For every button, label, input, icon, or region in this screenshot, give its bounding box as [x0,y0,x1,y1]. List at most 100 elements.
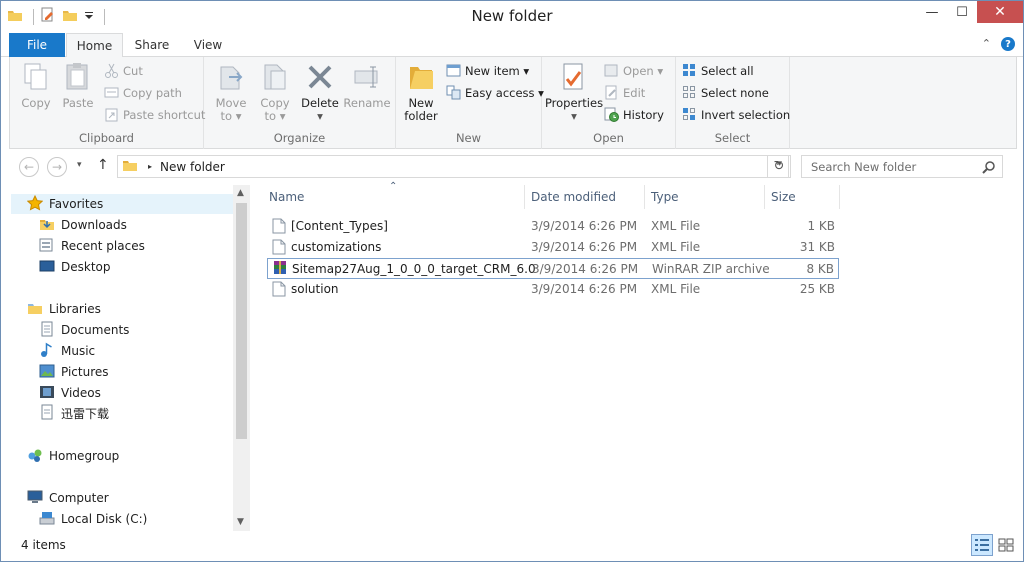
delete-dropdown-icon[interactable]: ▾ [317,110,323,123]
window-controls: — ☐ ✕ [917,1,1023,23]
scissors-icon [104,63,119,78]
search-input[interactable] [802,156,978,177]
paste-button[interactable]: Paste [60,61,96,110]
new-folder-button[interactable]: New folder [400,61,442,123]
breadcrumb-separator[interactable]: ▸ [148,162,152,171]
nav-thunder-downloads[interactable]: 迅雷下载 [39,403,109,423]
edit-button[interactable]: Edit [604,85,645,100]
maximize-button[interactable]: ☐ [947,1,977,23]
column-header-name[interactable]: Name [269,185,304,209]
address-bar[interactable]: ▸ New folder ▾ [117,155,789,178]
collapse-ribbon-button[interactable]: ⌃ [982,37,991,51]
easy-access-icon [446,85,461,100]
large-icons-view-button[interactable] [995,534,1017,556]
properties-dropdown-icon[interactable]: ▾ [571,110,577,123]
window-title: New folder [471,7,553,25]
close-button[interactable]: ✕ [977,1,1023,23]
nav-libraries[interactable]: Libraries [27,299,101,319]
nav-desktop[interactable]: Desktop [39,257,111,277]
nav-videos-label: Videos [61,386,101,400]
desktop-icon [39,258,55,277]
tab-view[interactable]: View [183,33,233,57]
scroll-down-arrow-icon[interactable]: ▼ [237,517,244,527]
videos-icon [39,384,55,403]
scroll-up-arrow-icon[interactable]: ▲ [237,188,244,198]
cut-button[interactable]: Cut [104,63,143,78]
back-button[interactable]: ← [19,157,39,177]
move-to-label-2: to ▾ [220,109,242,123]
tab-share[interactable]: Share [126,33,178,57]
paste-shortcut-button[interactable]: Paste shortcut [104,107,205,122]
new-group: New folder New item ▾ Easy access ▾ New [396,57,544,149]
nav-documents[interactable]: Documents [39,320,129,340]
nav-music-label: Music [61,344,96,358]
nav-pictures-label: Pictures [61,365,109,379]
file-row[interactable]: solution 3/9/2014 6:26 PM XML File 25 KB [267,279,839,300]
nav-local-disk-label: Local Disk (C:) [61,512,148,526]
column-divider[interactable] [764,185,765,209]
copy-path-icon [104,85,119,100]
nav-videos[interactable]: Videos [39,383,101,403]
file-size: 25 KB [799,282,835,296]
refresh-button[interactable]: ↻ [767,155,791,178]
column-header-date-modified[interactable]: Date modified [531,185,616,209]
select-none-label: Select none [701,85,769,100]
select-none-button[interactable]: Select none [682,85,769,100]
select-all-button[interactable]: Select all [682,63,754,78]
column-divider[interactable] [524,185,525,209]
select-group: Select all Select none Invert selection … [676,57,790,149]
nav-computer-label: Computer [49,491,109,505]
title-bar: New folder — ☐ ✕ [1,1,1023,31]
edit-icon [604,85,619,100]
nav-favorites[interactable]: Favorites [11,194,233,214]
navigation-pane-scrollbar[interactable]: ▲ ▼ [233,185,250,531]
delete-button[interactable]: Delete ▾ [300,61,340,123]
column-divider[interactable] [644,185,645,209]
tab-home[interactable]: Home [66,33,123,58]
file-row[interactable]: customizations 3/9/2014 6:26 PM XML File… [267,237,839,258]
file-date: 3/9/2014 6:26 PM [531,240,638,254]
column-header-type[interactable]: Type [651,185,679,209]
open-button[interactable]: Open ▾ [604,63,663,78]
file-row-selected[interactable]: Sitemap27Aug_1_0_0_0_target_CRM_6.0 3/9/… [267,258,839,279]
copy-button[interactable]: Copy [18,61,54,110]
nav-pictures[interactable]: Pictures [39,362,109,382]
details-view-button[interactable] [971,534,993,556]
clipboard-group-label: Clipboard [79,131,134,145]
paste-shortcut-label: Paste shortcut [123,107,206,122]
tab-file[interactable]: File [9,33,65,57]
rename-button[interactable]: Rename [343,61,391,110]
recent-locations-dropdown[interactable]: ▾ [77,160,82,170]
new-item-button[interactable]: New item ▾ [446,63,529,78]
minimize-button[interactable]: — [917,1,947,23]
nav-local-disk[interactable]: Local Disk (C:) [39,509,147,529]
file-size: 8 KB [806,262,834,276]
downloads-folder-icon [39,216,55,235]
move-to-button[interactable]: Move to ▾ [212,61,250,123]
column-divider[interactable] [839,185,840,209]
copy-to-button[interactable]: Copy to ▾ [256,61,294,123]
properties-button[interactable]: Properties ▾ [545,61,603,123]
nav-music[interactable]: Music [39,341,95,361]
nav-homegroup[interactable]: Homegroup [27,446,119,466]
search-icon[interactable] [982,160,996,177]
help-button[interactable]: ? [1001,37,1015,51]
select-all-icon [682,63,697,78]
column-header-size[interactable]: Size [771,185,796,209]
breadcrumb-new-folder[interactable]: New folder [160,160,225,174]
file-row[interactable]: [Content_Types] 3/9/2014 6:26 PM XML Fil… [267,216,839,237]
nav-recent-places[interactable]: Recent places [39,236,145,256]
nav-downloads[interactable]: Downloads [39,215,127,235]
nav-computer[interactable]: Computer [27,488,109,508]
forward-button[interactable]: → [47,157,67,177]
recent-places-icon [39,237,55,256]
easy-access-button[interactable]: Easy access ▾ [446,85,544,100]
open-group: Properties ▾ Open ▾ Edit History Open [542,57,676,149]
new-item-icon [446,63,461,78]
scrollbar-thumb[interactable] [236,203,247,439]
history-button[interactable]: History [604,107,664,122]
invert-selection-button[interactable]: Invert selection [682,107,790,122]
up-button[interactable]: ↑ [97,157,109,173]
open-group-label: Open [593,131,624,145]
copy-path-button[interactable]: Copy path [104,85,182,100]
